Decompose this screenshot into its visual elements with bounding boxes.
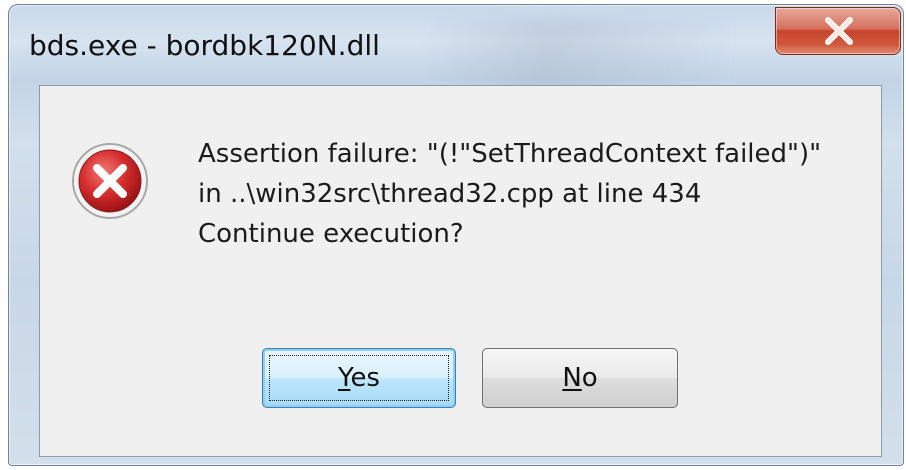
error-message: Assertion failure: "(!"SetThreadContext …: [198, 134, 821, 254]
no-label-rest: o: [581, 363, 598, 393]
yes-button[interactable]: Yes: [262, 348, 456, 408]
message-line-3: Continue execution?: [198, 219, 464, 249]
no-mnemonic: N: [562, 363, 582, 393]
close-button[interactable]: [775, 7, 901, 55]
dialog-content: Assertion failure: "(!"SetThreadContext …: [39, 85, 882, 457]
title-bar-glass: [429, 19, 729, 89]
close-icon: [825, 17, 853, 45]
focus-rectangle: [269, 355, 449, 401]
error-icon: [72, 143, 148, 219]
no-button-label: No: [562, 363, 597, 393]
message-line-1: Assertion failure: "(!"SetThreadContext …: [198, 139, 822, 169]
message-line-2: in ..\win32src\thread32.cpp at line 434: [198, 179, 702, 209]
no-button[interactable]: No: [482, 348, 678, 408]
dialog-window: bds.exe - bordbk120N.dll Assertion failu…: [8, 4, 904, 466]
window-title: bds.exe - bordbk120N.dll: [29, 29, 380, 62]
